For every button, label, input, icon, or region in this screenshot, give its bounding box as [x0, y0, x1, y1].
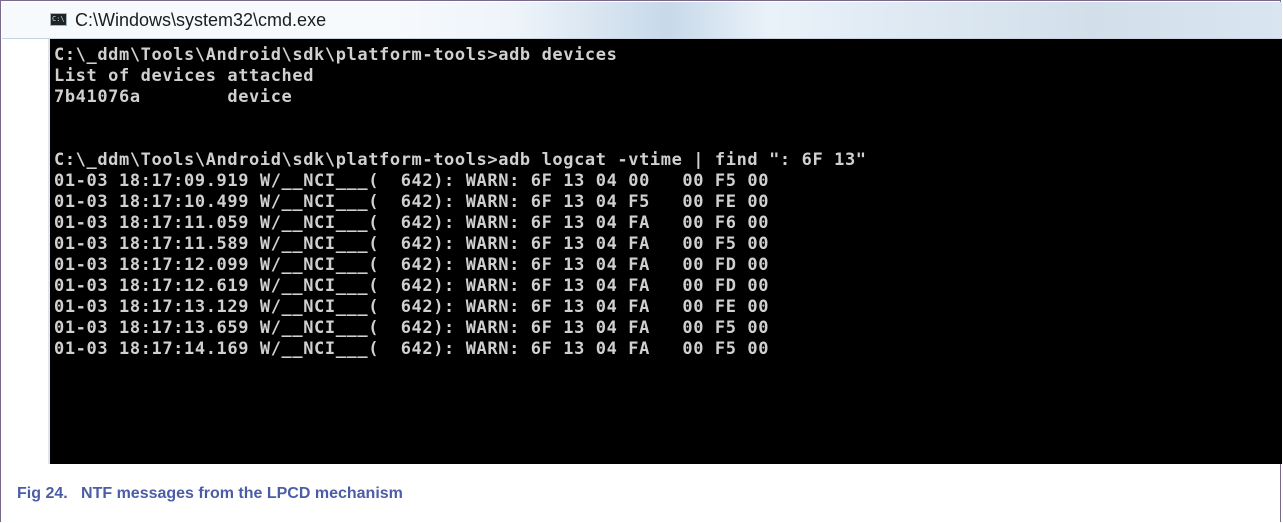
cmd-window: C:\ C:\Windows\system32\cmd.exe C:\_ddm\…	[2, 2, 1282, 464]
console-line: 01-03 18:17:12.099 W/__NCI___( 642): WAR…	[54, 255, 770, 275]
console-line: List of devices attached	[54, 66, 315, 86]
console-line: 01-03 18:17:12.619 W/__NCI___( 642): WAR…	[54, 276, 770, 296]
console-line: C:\_ddm\Tools\Android\sdk\platform-tools…	[54, 150, 867, 170]
cmd-icon: C:\	[50, 13, 67, 26]
figure-frame: C:\ C:\Windows\system32\cmd.exe C:\_ddm\…	[0, 0, 1282, 522]
console-line: 01-03 18:17:10.499 W/__NCI___( 642): WAR…	[54, 192, 770, 212]
console-line: 01-03 18:17:11.589 W/__NCI___( 642): WAR…	[54, 234, 770, 254]
figure-caption: Fig 24. NTF messages from the LPCD mecha…	[17, 485, 403, 502]
window-title: C:\Windows\system32\cmd.exe	[75, 10, 327, 30]
window-titlebar[interactable]: C:\ C:\Windows\system32\cmd.exe	[2, 2, 1282, 39]
console-line: C:\_ddm\Tools\Android\sdk\platform-tools…	[54, 45, 618, 65]
console-line: 01-03 18:17:13.129 W/__NCI___( 642): WAR…	[54, 297, 770, 317]
console-line: 7b41076a device	[54, 87, 293, 107]
console-line: 01-03 18:17:13.659 W/__NCI___( 642): WAR…	[54, 318, 770, 338]
console-line: 01-03 18:17:09.919 W/__NCI___( 642): WAR…	[54, 171, 770, 191]
console-line: 01-03 18:17:11.059 W/__NCI___( 642): WAR…	[54, 213, 770, 233]
console-line: 01-03 18:17:14.169 W/__NCI___( 642): WAR…	[54, 339, 770, 359]
console-output[interactable]: C:\_ddm\Tools\Android\sdk\platform-tools…	[48, 39, 1282, 464]
